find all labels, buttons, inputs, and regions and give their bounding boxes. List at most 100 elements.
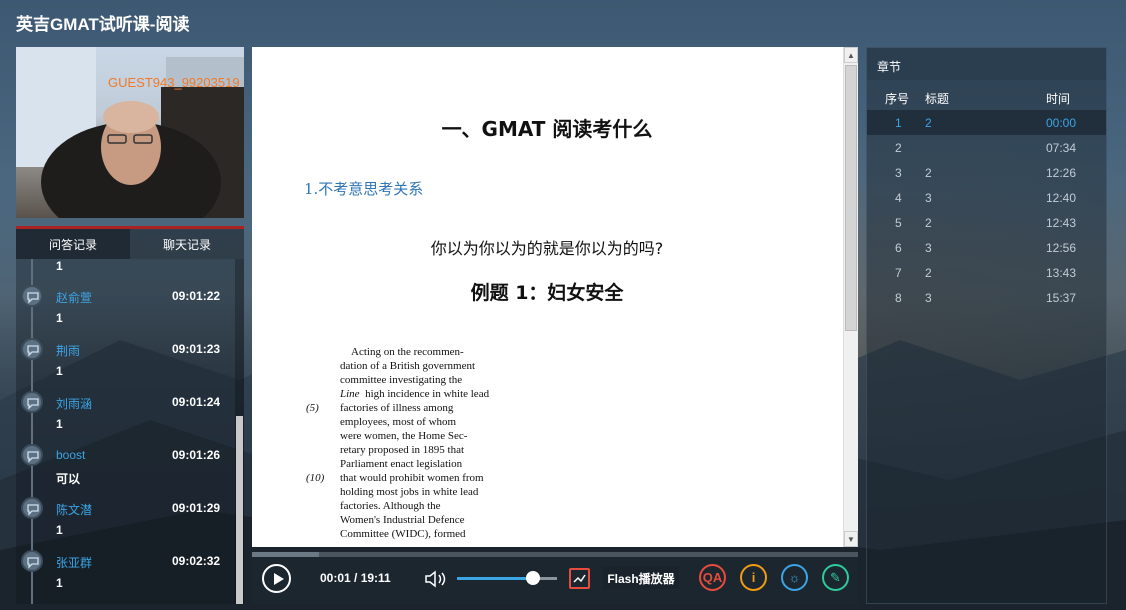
passage-text: dation of a British government [340, 360, 476, 372]
passage-text: high incidence in white lead [365, 388, 490, 400]
chapter-title: 2 [925, 116, 932, 130]
chapter-time: 12:43 [1046, 216, 1077, 230]
pen-icon[interactable]: ✎ [822, 564, 849, 591]
passage-text: Committee (WIDC), formed [340, 528, 466, 540]
qa-message: 可以 [56, 472, 81, 486]
chapter-time: 13:43 [1046, 266, 1077, 280]
passage-line: were women, the Home Sec- [302, 429, 562, 443]
chat-bubble-icon [21, 285, 43, 307]
qa-list[interactable]: 1 赵俞萱 09:01:22 1 荆雨 09:01:23 1 刘雨涵 09:01… [16, 259, 244, 604]
passage-line: Line high incidence in white lead [302, 387, 562, 401]
chapter-num: 2 [895, 141, 902, 155]
chapter-title: 2 [925, 216, 932, 230]
chapter-num: 1 [895, 116, 902, 130]
qa-item: 赵俞萱 09:01:22 1 [16, 285, 234, 338]
chat-bubble-icon [21, 550, 43, 572]
passage-text: factories. Although the [340, 500, 441, 512]
teacher-video-frame [16, 47, 244, 218]
player-controls: 00:01 / 19:11 Flash播放器 QA i ☼ ✎ [252, 557, 858, 604]
col-header-title: 标题 [925, 92, 950, 106]
passage-line: retary proposed in 1895 that [302, 443, 562, 457]
teacher-video: GUEST943_99203519 [16, 47, 244, 218]
chapter-row[interactable]: 8 3 15:37 [867, 285, 1106, 310]
play-button[interactable] [262, 564, 291, 593]
chapter-time: 07:34 [1046, 141, 1077, 155]
qa-user-name[interactable]: 陈文潜 [56, 501, 92, 518]
info-icon[interactable]: i [740, 564, 767, 591]
volume-knob[interactable] [526, 571, 540, 585]
qa-message: 1 [56, 576, 63, 590]
chapter-num: 6 [895, 241, 902, 255]
flash-player-button[interactable]: Flash播放器 [603, 567, 679, 589]
screen-switch-icon[interactable] [569, 568, 590, 589]
qa-user-name[interactable]: 刘雨涵 [56, 395, 92, 412]
video-username-overlay: GUEST943_99203519 [108, 75, 240, 90]
doc-subheading: 1.不考意思考关系 [304, 180, 424, 198]
doc-scrollbar[interactable]: ▲ ▼ [843, 47, 858, 547]
qa-time: 09:02:32 [172, 554, 221, 568]
chapter-title: 3 [925, 241, 932, 255]
chapter-time: 00:00 [1046, 116, 1077, 130]
qa-user-name[interactable]: 荆雨 [56, 342, 80, 359]
qa-item: boost 09:01:26 可以 [16, 444, 234, 497]
chat-bubble-icon [21, 497, 43, 519]
passage-text: committee investigating the [340, 374, 463, 386]
volume-icon[interactable] [424, 569, 450, 589]
chapter-time: 15:37 [1046, 291, 1077, 305]
chapter-title: 3 [925, 291, 932, 305]
qa-message: 1 [56, 364, 63, 378]
chapter-time: 12:56 [1046, 241, 1077, 255]
chapter-row[interactable]: 1 2 00:00 [867, 110, 1106, 135]
qa-time: 09:01:24 [172, 395, 221, 409]
passage-line: employees, most of whom [302, 415, 562, 429]
chapter-row[interactable]: 6 3 12:56 [867, 235, 1106, 260]
qa-user-name[interactable]: 赵俞萱 [56, 289, 92, 306]
qa-user-name[interactable]: boost [56, 448, 85, 462]
qa-user-name[interactable]: 张亚群 [56, 554, 92, 571]
brightness-icon[interactable]: ☼ [781, 564, 808, 591]
passage-text: Acting on the recommen- [340, 346, 464, 358]
col-header-time: 时间 [1046, 92, 1071, 106]
qa-item: 陈文潜 09:01:29 1 [16, 497, 234, 550]
passage-line: Women's Industrial Defence [302, 513, 562, 527]
qa-item: 刘雨涵 09:01:24 1 [16, 391, 234, 444]
chapter-row[interactable]: 4 3 12:40 [867, 185, 1106, 210]
qa-scrollbar[interactable] [235, 259, 244, 604]
qa-message: 1 [56, 311, 63, 325]
chat-bubble-icon [21, 444, 43, 466]
passage-text: Women's Industrial Defence [340, 514, 465, 526]
chapter-row[interactable]: 5 2 12:43 [867, 210, 1106, 235]
chat-bubble-icon [21, 338, 43, 360]
left-tabs: 问答记录 聊天记录 [16, 226, 244, 259]
scroll-up-arrow-icon[interactable]: ▲ [844, 47, 858, 63]
chapter-num: 3 [895, 166, 902, 180]
passage-line: committee investigating the [302, 373, 562, 387]
qa-scroll-thumb[interactable] [236, 416, 243, 604]
passage-line: dation of a British government [302, 359, 562, 373]
tab-chat-records[interactable]: 聊天记录 [130, 229, 244, 259]
passage-line-number: (10) [306, 472, 325, 484]
scroll-down-arrow-icon[interactable]: ▼ [844, 531, 858, 547]
doc-heading: 一、GMAT 阅读考什么 [441, 117, 653, 141]
passage-line: Acting on the recommen- [302, 345, 562, 359]
passage-line: Parliament enact legislation [302, 457, 562, 471]
qa-message: 1 [56, 417, 63, 431]
qa-time: 09:01:23 [172, 342, 221, 356]
time-readout: 00:01 / 19:11 [320, 571, 391, 585]
passage-text: factories of illness among [340, 402, 454, 414]
document-viewer[interactable]: 一、GMAT 阅读考什么 1.不考意思考关系 你以为你以为的就是你以为的吗? 例… [252, 47, 858, 547]
passage-line: holding most jobs in white lead [302, 485, 562, 499]
chapter-title: 2 [925, 266, 932, 280]
tab-qa-records[interactable]: 问答记录 [16, 229, 130, 259]
doc-scroll-thumb[interactable] [845, 65, 857, 331]
volume-slider[interactable] [457, 577, 557, 580]
chapter-row[interactable]: 3 2 12:26 [867, 160, 1106, 185]
chapter-row[interactable]: 7 2 13:43 [867, 260, 1106, 285]
qa-tool-icon[interactable]: QA [699, 564, 726, 591]
qa-time: 09:01:22 [172, 289, 221, 303]
qa-message: 1 [56, 523, 63, 537]
volume-fill [457, 577, 533, 580]
chapter-row[interactable]: 2 07:34 [867, 135, 1106, 160]
qa-panel: 问答记录 聊天记录 1 赵俞萱 09:01:22 1 荆雨 09:01:23 1… [16, 226, 244, 604]
chapter-title: 3 [925, 191, 932, 205]
